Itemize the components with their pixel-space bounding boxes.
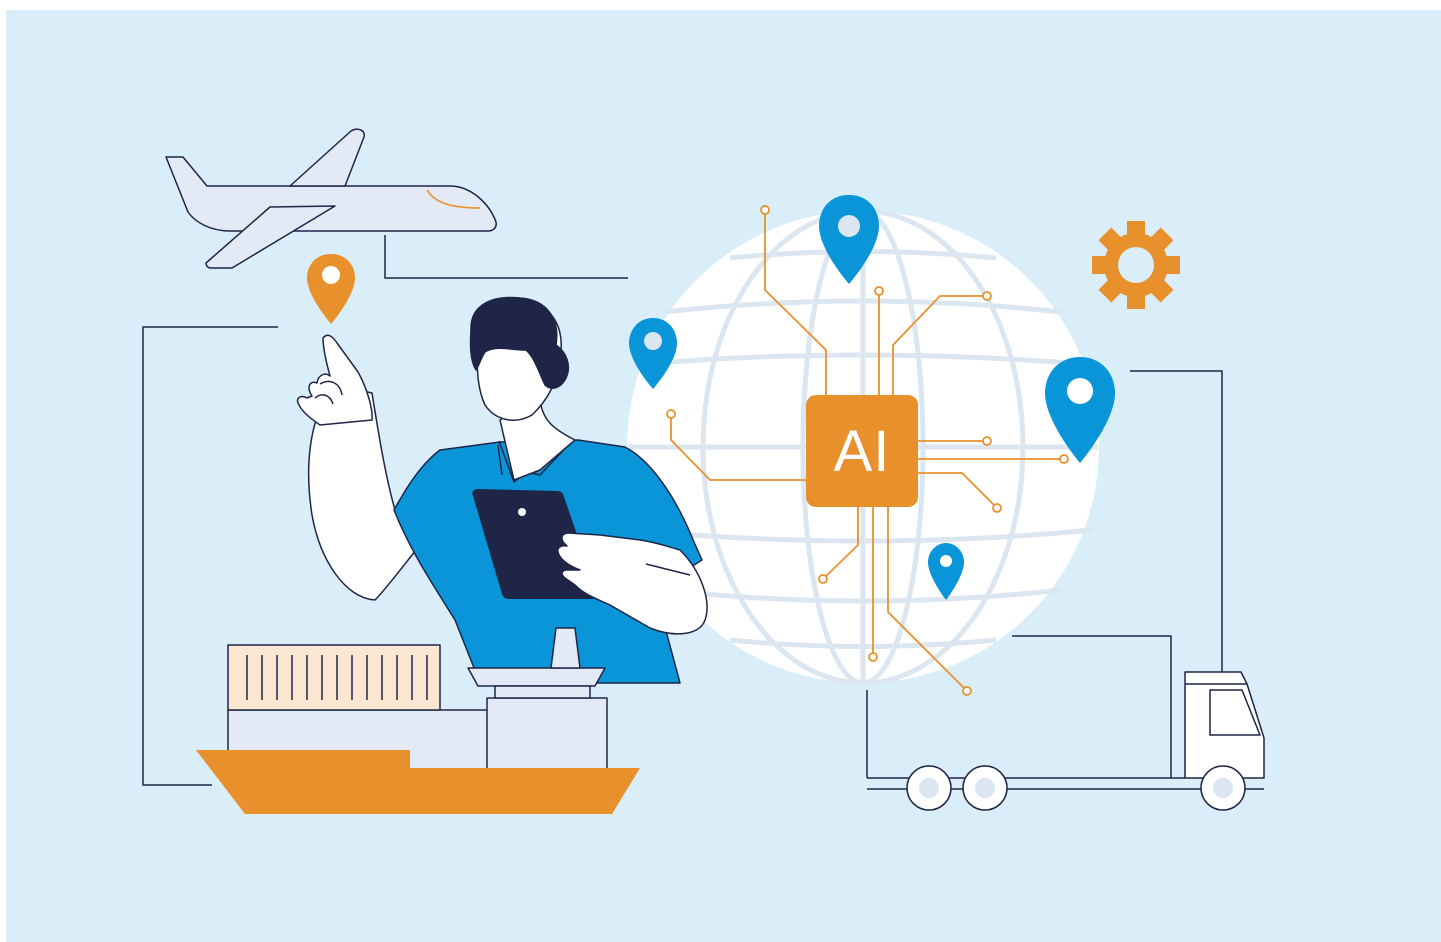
ai-chip xyxy=(806,395,918,507)
airplane-icon xyxy=(165,128,497,269)
cargo-ship-icon xyxy=(196,627,640,814)
logistics-ai-scene xyxy=(142,128,1265,814)
location-pin-icon xyxy=(307,254,355,324)
illustration-canvas: AI xyxy=(0,0,1441,942)
gear-icon xyxy=(1092,221,1180,309)
